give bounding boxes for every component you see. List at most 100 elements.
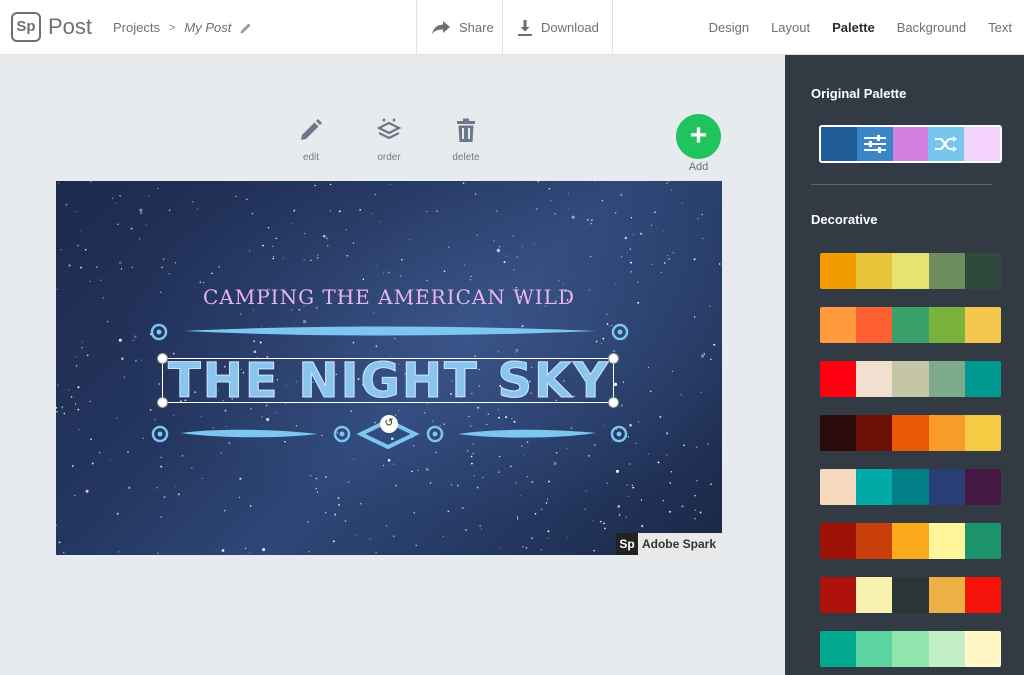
order-label: order <box>377 152 401 163</box>
palette-option[interactable] <box>820 253 1001 289</box>
edit-button[interactable]: edit <box>281 117 341 165</box>
resize-handle-top-left[interactable] <box>157 353 168 364</box>
palette-swatch <box>964 361 1001 397</box>
tab-background[interactable]: Background <box>897 20 966 35</box>
original-swatch[interactable] <box>928 127 965 161</box>
palette-swatch <box>928 523 965 559</box>
palette-swatch <box>928 307 965 343</box>
add-label: Add <box>688 161 709 173</box>
original-swatch[interactable] <box>892 127 929 161</box>
subtitle-text[interactable]: CAMPING THE AMERICAN WILD <box>56 285 722 309</box>
divider <box>416 0 417 55</box>
pencil-icon <box>301 119 322 140</box>
share-button[interactable]: Share <box>431 0 494 55</box>
palette-swatch <box>856 577 893 613</box>
palette-swatch <box>856 523 893 559</box>
palette-option[interactable] <box>820 307 1001 343</box>
palette-swatch <box>964 253 1001 289</box>
palette-option[interactable] <box>820 415 1001 451</box>
palette-swatch <box>856 307 893 343</box>
palette-swatch <box>964 307 1001 343</box>
app-logo[interactable]: Sp <box>11 12 41 42</box>
resize-handle-top-right[interactable] <box>608 353 619 364</box>
trash-icon <box>457 118 475 142</box>
delete-button[interactable]: delete <box>436 117 496 165</box>
palette-option[interactable] <box>820 631 1001 667</box>
tab-palette[interactable]: Palette <box>832 20 875 35</box>
original-palette[interactable] <box>819 125 1002 163</box>
order-button[interactable]: order <box>359 117 419 165</box>
ornament-line-top <box>184 326 596 336</box>
edit-label: edit <box>302 152 320 163</box>
palette-swatch <box>928 577 965 613</box>
ornament-line-bottom-right <box>458 429 596 438</box>
palette-swatch <box>892 415 929 451</box>
top-bar: Sp Post Projects > My Post Share Downloa… <box>0 0 1024 55</box>
palette-swatch <box>964 577 1001 613</box>
original-swatch[interactable] <box>821 127 857 161</box>
palette-swatch <box>856 469 893 505</box>
breadcrumb-separator: > <box>168 21 176 34</box>
app-name: Post <box>48 14 93 39</box>
shuffle-icon[interactable] <box>934 134 958 154</box>
panel-divider <box>811 184 992 185</box>
palette-swatch <box>856 415 893 451</box>
palette-swatch <box>892 469 929 505</box>
palette-swatch <box>892 577 929 613</box>
palette-panel: Original Palette Decorative <box>785 55 1024 675</box>
palette-swatch <box>928 415 965 451</box>
watermark-text: Adobe Spark <box>641 537 716 551</box>
palette-swatch <box>892 253 929 289</box>
tab-layout[interactable]: Layout <box>771 20 810 35</box>
palette-option[interactable] <box>820 577 1001 613</box>
palette-swatch <box>892 631 929 667</box>
palette-option[interactable] <box>820 361 1001 397</box>
palette-swatch <box>892 361 929 397</box>
download-label: Download <box>541 20 599 35</box>
share-icon <box>432 20 450 34</box>
decorative-title: Decorative <box>811 212 878 227</box>
download-button[interactable]: Download <box>517 0 599 55</box>
breadcrumb-projects[interactable]: Projects <box>113 20 160 35</box>
palette-option[interactable] <box>820 523 1001 559</box>
selection-box[interactable] <box>162 358 614 403</box>
main-nav: Design Layout Palette Background Text <box>687 0 1024 55</box>
palette-swatch <box>856 253 893 289</box>
share-label: Share <box>459 20 494 35</box>
divider <box>612 0 613 55</box>
palette-swatch <box>928 361 965 397</box>
palette-option[interactable] <box>820 469 1001 505</box>
delete-label: delete <box>452 152 480 163</box>
palette-swatch <box>964 415 1001 451</box>
resize-handle-bottom-right[interactable] <box>608 397 619 408</box>
breadcrumb-current[interactable]: My Post <box>184 20 231 35</box>
palette-swatch <box>856 631 893 667</box>
palette-swatch <box>964 631 1001 667</box>
resize-handle-bottom-left[interactable] <box>157 397 168 408</box>
palette-swatch <box>928 253 965 289</box>
original-swatch[interactable] <box>856 127 893 161</box>
tab-text[interactable]: Text <box>988 20 1012 35</box>
rotate-icon[interactable]: ↺ <box>380 415 398 433</box>
palette-swatch <box>856 361 893 397</box>
tab-design[interactable]: Design <box>709 20 749 35</box>
palette-swatch <box>820 307 857 343</box>
original-swatch[interactable] <box>964 127 1000 161</box>
palette-swatch <box>820 361 857 397</box>
palette-swatch <box>820 415 857 451</box>
design-canvas[interactable]: CAMPING THE AMERICAN WILD THE NIGHT SKY … <box>56 181 722 555</box>
add-button[interactable]: + <box>676 114 721 159</box>
palette-swatch <box>892 523 929 559</box>
palette-swatch <box>820 469 857 505</box>
palette-swatch <box>928 631 965 667</box>
pencil-icon[interactable] <box>239 21 253 35</box>
palette-swatch <box>820 577 857 613</box>
spark-logo: Sp <box>615 533 638 555</box>
ornament-line-bottom-left <box>181 429 318 438</box>
palette-swatch <box>964 523 1001 559</box>
palette-swatch <box>892 307 929 343</box>
palette-swatch <box>820 631 857 667</box>
adobe-spark-watermark[interactable]: Sp Adobe Spark <box>615 533 722 555</box>
palette-swatch <box>820 523 857 559</box>
sliders-icon[interactable] <box>863 134 887 154</box>
